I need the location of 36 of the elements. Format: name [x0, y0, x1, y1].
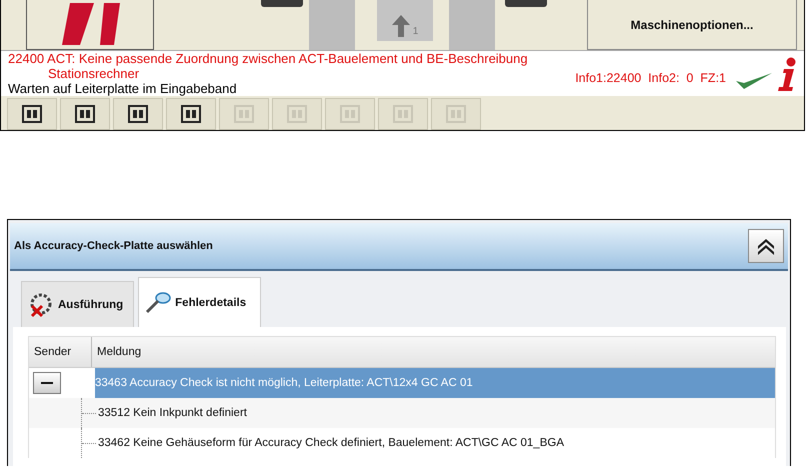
tool-icon	[233, 104, 255, 124]
tool-icon	[74, 104, 96, 124]
double-chevron-icon	[756, 237, 776, 255]
info-icon	[776, 56, 798, 90]
message-text: 33462 Keine Gehäuseform für Accuracy Check definiert, Bauelement: ACT\GC AC 01_BGA	[98, 437, 564, 449]
tool-icon	[339, 104, 361, 124]
collapse-toggle[interactable]	[33, 372, 61, 394]
tool-icon	[286, 104, 308, 124]
toolbar-button[interactable]	[113, 98, 163, 130]
tab[interactable]: Fehlerdetails	[138, 277, 262, 327]
magnifier-icon	[145, 290, 172, 316]
message-text: 33463 Accuracy Check ist nicht möglich, Leiterplatte: ACT\12x4 GC AC 01	[95, 377, 473, 389]
error-message: 22400 ACT: Keine passende Zuordnung zwischen ACT-Bauelement und BE-Beschreibung	[8, 51, 529, 66]
dialog-title: Als Accuracy-Check-Platte auswählen	[14, 240, 213, 252]
tool-icon	[445, 104, 467, 124]
column-header[interactable]: Sender	[29, 337, 92, 367]
toolbar-button[interactable]	[166, 98, 216, 130]
collapse-button[interactable]	[748, 229, 784, 263]
machine-options-button[interactable]: Maschinenoptionen...	[587, 0, 797, 50]
toolbar-button[interactable]	[60, 98, 110, 130]
machine-button[interactable]	[26, 0, 154, 50]
status-message: Warten auf Leiterplatte im Eingabeband	[8, 81, 238, 96]
tool-icon	[127, 104, 149, 124]
message-text: 33512 Kein Inkpunkt definiert	[98, 407, 247, 419]
slot-block	[309, 0, 355, 50]
info-codes: Info1:22400 Info2: 0 FZ:1	[575, 70, 726, 84]
tool-icon	[21, 104, 43, 124]
error-source: Stationsrechner	[47, 66, 140, 81]
toolbar-button[interactable]	[7, 98, 57, 130]
tool-icon	[180, 104, 202, 124]
slot-block	[449, 0, 495, 50]
tool-icon	[392, 104, 414, 124]
gear-error-icon	[28, 292, 54, 318]
up-arrow-icon	[392, 15, 410, 37]
column-header[interactable]: Meldung	[92, 337, 142, 367]
tab[interactable]: Ausführung	[21, 281, 134, 327]
